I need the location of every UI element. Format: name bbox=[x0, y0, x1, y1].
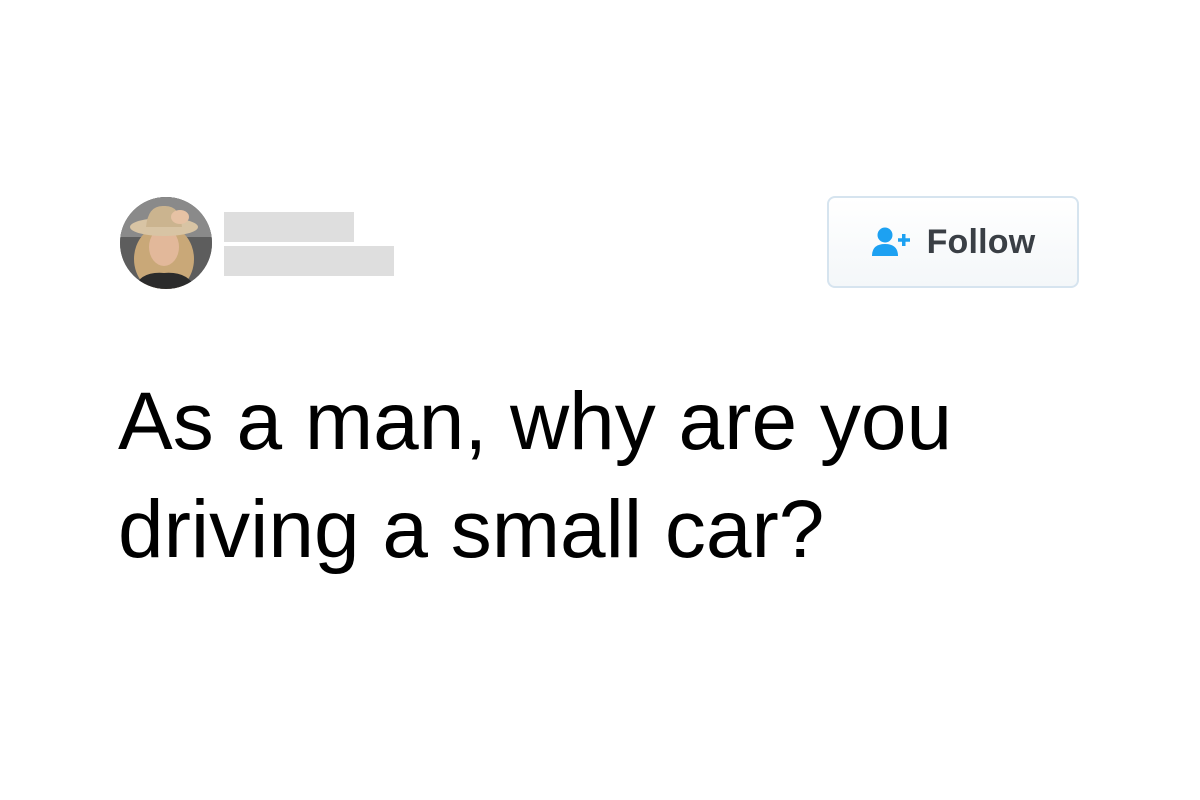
tweet-text: As a man, why are you driving a small ca… bbox=[118, 376, 953, 575]
author-handle bbox=[224, 246, 394, 276]
tweet-card: Follow As a man, why are you driving a s… bbox=[0, 0, 1200, 800]
add-user-icon bbox=[871, 226, 913, 258]
avatar[interactable] bbox=[120, 197, 212, 289]
author-name bbox=[224, 212, 354, 242]
follow-button[interactable]: Follow bbox=[827, 196, 1079, 288]
follow-label: Follow bbox=[926, 222, 1036, 261]
avatar-photo bbox=[120, 197, 212, 289]
